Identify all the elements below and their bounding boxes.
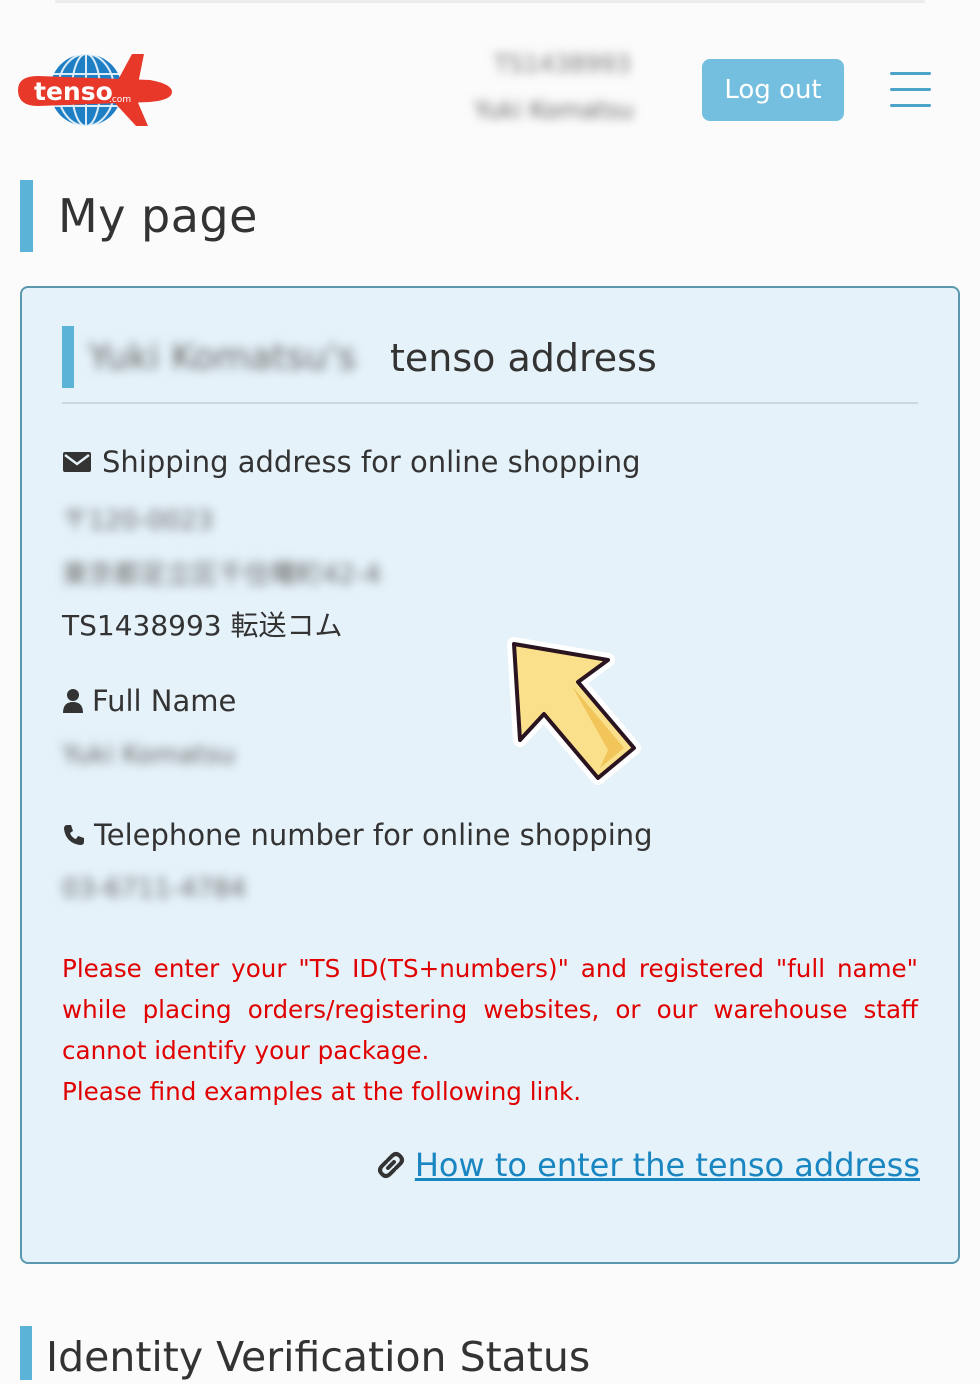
site-header: tenso .com TS1438993 Yuki Komatsu Log ou… — [0, 0, 980, 150]
phone-label-text: Telephone number for online shopping — [94, 818, 653, 852]
pointer-arrow-icon — [507, 637, 641, 785]
postal-code: 〒120-0023 — [62, 506, 214, 536]
id-warning-message: Please enter your "TS ID(TS+numbers)" an… — [62, 948, 918, 1112]
identity-verification-heading: Identity Verification Status — [46, 1333, 591, 1381]
envelope-icon — [63, 452, 91, 472]
warning-link-hint: Please find examples at the following li… — [62, 1077, 582, 1106]
logo-suffix: .com — [109, 95, 131, 105]
card-title-accent — [62, 326, 74, 388]
account-name: Yuki Komatsu — [474, 96, 634, 124]
card-title: tenso address — [390, 336, 657, 380]
street-address: 東京都足立区千住曙町42-4 — [62, 560, 382, 590]
how-to-enter-address-link[interactable]: How to enter the tenso address — [415, 1146, 920, 1184]
page-title-accent — [20, 180, 33, 252]
card-title-username: Yuki Komatsu's — [88, 337, 357, 378]
menu-line — [890, 88, 931, 91]
person-icon — [63, 689, 83, 713]
logout-button[interactable]: Log out — [702, 59, 844, 121]
menu-line — [890, 104, 931, 107]
full-name-label: Full Name — [62, 684, 236, 718]
account-id: TS1438993 — [494, 50, 631, 78]
tenso-address-card: Yuki Komatsu's tenso address Shipping ad… — [20, 286, 960, 1264]
page-title: My page — [58, 189, 258, 243]
full-name-label-text: Full Name — [92, 684, 237, 718]
phone-label: Telephone number for online shopping — [62, 818, 653, 852]
phone-icon — [64, 825, 84, 845]
ts-id-line: TS1438993 転送コム — [62, 609, 343, 642]
logo-text: tenso — [34, 77, 113, 106]
menu-line — [890, 72, 931, 75]
hamburger-menu-icon[interactable] — [890, 72, 931, 108]
phone-value: 03-6711-4784 — [62, 874, 247, 904]
help-link-row: How to enter the tenso address — [375, 1146, 920, 1184]
section-accent — [20, 1326, 32, 1380]
link-icon — [377, 1152, 404, 1178]
shipping-address-label: Shipping address for online shopping — [62, 445, 641, 479]
tenso-logo[interactable]: tenso .com — [14, 50, 176, 130]
warning-text: Please enter your "TS ID(TS+numbers)" an… — [62, 954, 918, 1065]
tenso-logo-graphic: tenso .com — [18, 53, 172, 127]
full-name-value: Yuki Komatsu — [62, 740, 236, 770]
card-divider — [62, 402, 918, 404]
shipping-address-label-text: Shipping address for online shopping — [102, 445, 641, 479]
